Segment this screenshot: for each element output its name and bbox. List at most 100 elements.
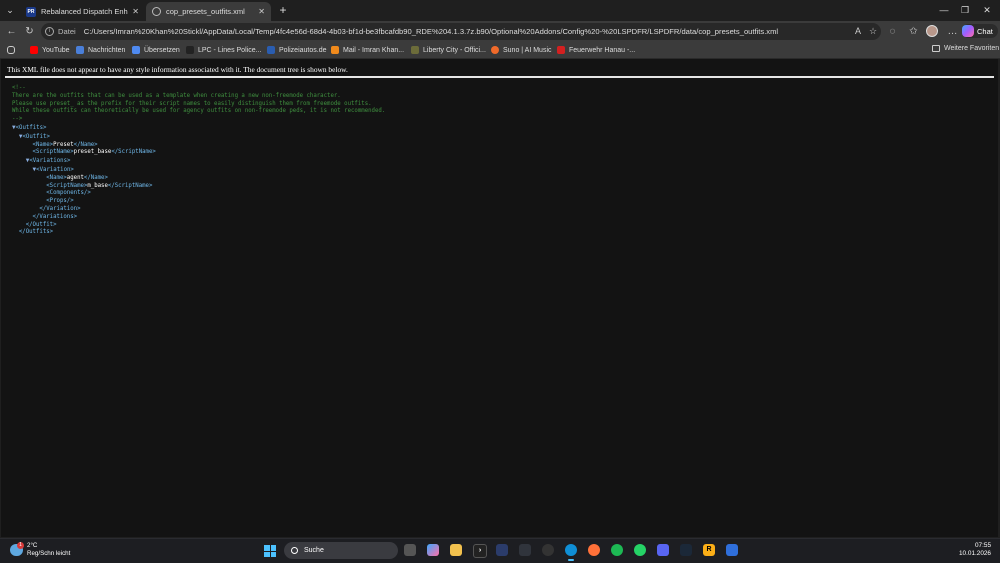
xml-comment-line: There are the outfits that can be used a… <box>12 92 341 99</box>
discord-icon[interactable] <box>657 544 669 556</box>
weather-desc: Reg/Schn leicht <box>27 550 71 557</box>
app-icon[interactable] <box>726 544 738 556</box>
copilot-label: Chat <box>977 26 993 36</box>
minimize-icon[interactable]: — <box>937 3 951 17</box>
xml-node-variation-close: </Variation> <box>39 205 81 212</box>
favorites-icon[interactable]: ✩ <box>907 25 920 38</box>
tab-title: cop_presets_outfits.xml <box>166 7 245 16</box>
tab-rebalanced-dispatch[interactable]: PR Rebalanced Dispatch Enhanced - L ✕ <box>20 2 145 21</box>
xml-node-scriptname: <ScriptName>preset_base</ScriptName> <box>32 149 156 156</box>
polizeiautos-icon <box>267 46 275 54</box>
taskbar-search[interactable]: Suche <box>284 542 398 559</box>
taskbar: 1 2°C Reg/Schn leicht Suche › R 07:55 10… <box>0 538 1000 563</box>
read-aloud-icon[interactable]: A <box>855 26 861 36</box>
app-icon[interactable] <box>519 544 531 556</box>
weather-icon: 1 <box>10 542 24 556</box>
tab-strip: ⌄ PR Rebalanced Dispatch Enhanced - L ✕ … <box>0 0 1000 21</box>
weather-widget[interactable]: 1 2°C Reg/Schn leicht <box>10 542 70 558</box>
edge-icon[interactable] <box>565 544 577 561</box>
info-icon[interactable]: i <box>45 27 54 36</box>
browser-essentials-icon[interactable]: ◌ <box>886 25 899 38</box>
close-window-icon[interactable]: ✕ <box>980 3 994 17</box>
refresh-icon[interactable]: ↻ <box>23 25 36 38</box>
weather-temp: 2°C <box>27 542 38 549</box>
date: 10.01.2026 <box>959 550 991 557</box>
translate-icon <box>132 46 140 54</box>
xml-node-props: <Props/> <box>46 198 74 205</box>
address-scheme: Datei <box>58 27 76 36</box>
xml-info-message: This XML file does not appear to have an… <box>7 65 348 74</box>
xml-node-variations-close: </Variations> <box>32 213 78 220</box>
liberty-city-icon <box>411 46 419 54</box>
bookmark-feuerwehr[interactable]: Feuerwehr Hanau -... <box>557 45 635 55</box>
page-content: This XML file does not appear to have an… <box>1 59 998 537</box>
start-button[interactable] <box>264 545 276 557</box>
notification-badge: 1 <box>17 542 24 549</box>
feuerwehr-icon <box>557 46 565 54</box>
xml-tree: <!-- There are the outfits that can be u… <box>12 85 385 237</box>
profile-avatar[interactable] <box>926 25 938 37</box>
mail-icon <box>331 46 339 54</box>
more-menu-icon[interactable]: … <box>946 25 959 38</box>
new-tab-button[interactable]: + <box>276 3 290 17</box>
browser-toolbar: ← ↻ i Datei C:/Users/Imran%20Khan%20Stic… <box>0 21 1000 42</box>
time: 07:55 <box>975 542 991 549</box>
close-tab-icon[interactable]: ✕ <box>132 7 139 16</box>
news-icon <box>76 46 84 54</box>
favorite-star-icon[interactable]: ☆ <box>869 26 877 37</box>
xml-node-variation-scriptname: <ScriptName>m_base</ScriptName> <box>46 182 153 189</box>
rockstar-icon[interactable]: R <box>703 544 715 556</box>
tab-title: Rebalanced Dispatch Enhanced - L <box>41 7 128 16</box>
terminal-icon[interactable]: › <box>473 544 487 558</box>
lspdfr-icon: PR <box>26 6 36 17</box>
maximize-icon[interactable]: ❐ <box>958 3 972 17</box>
search-icon <box>291 547 298 554</box>
xml-comment-line: <!-- <box>12 85 26 91</box>
firefox-icon[interactable] <box>588 544 600 556</box>
app-icon[interactable] <box>542 544 554 556</box>
bookmark-youtube[interactable]: YouTube <box>30 45 70 55</box>
xml-node-outfits-close: </Outfits> <box>18 229 54 236</box>
xml-comment-line: --> <box>12 116 23 123</box>
xml-comment-line: Please use preset_ as the prefix for the… <box>12 100 372 107</box>
bookmark-mail[interactable]: Mail - Imran Khan... <box>331 45 404 55</box>
copilot-icon <box>962 25 974 37</box>
clock[interactable]: 07:55 10.01.2026 <box>959 542 991 558</box>
steam-icon[interactable] <box>680 544 692 556</box>
address-url: C:/Users/Imran%20Khan%20Stickl/AppData/L… <box>83 27 779 36</box>
spotify-icon[interactable] <box>611 544 623 556</box>
xml-node-outfits[interactable]: ▼<Outfits> <box>12 124 385 133</box>
xml-comment-line: While these outfits can theoretically be… <box>12 108 386 115</box>
app-icon[interactable] <box>496 544 508 556</box>
tab-cop-presets-outfits[interactable]: cop_presets_outfits.xml ✕ <box>146 2 271 21</box>
address-bar[interactable]: i Datei C:/Users/Imran%20Khan%20Stickl/A… <box>41 23 881 40</box>
bookmark-lpc[interactable]: LPC - Lines Police... <box>186 45 261 55</box>
xml-node-components: <Components/> <box>46 190 91 197</box>
suno-icon <box>491 46 499 54</box>
copilot-button[interactable]: Chat <box>962 24 998 38</box>
bookmark-polizeiautos[interactable]: Polizeiautos.de <box>267 45 326 55</box>
divider <box>5 76 994 78</box>
bookmark-suno[interactable]: Suno | AI Music <box>491 45 552 55</box>
back-icon[interactable]: ← <box>5 25 18 38</box>
xml-node-variation-name: <Name>agent</Name> <box>46 174 108 181</box>
xml-node-variation[interactable]: ▼<Variation> <box>12 166 385 175</box>
whatsapp-icon[interactable] <box>634 544 646 556</box>
xml-node-variations[interactable]: ▼<Variations> <box>12 157 385 166</box>
gamepad-icon[interactable] <box>7 45 19 55</box>
xml-node-outfit[interactable]: ▼<Outfit> <box>12 133 385 142</box>
bookmarks-bar: YouTube Nachrichten Übersetzen LPC - Lin… <box>0 42 1000 59</box>
bookmark-uebersetzen[interactable]: Übersetzen <box>132 45 180 55</box>
copilot-taskbar-icon[interactable] <box>427 544 439 556</box>
xml-node-name: <Name>Preset</Name> <box>32 141 98 148</box>
file-explorer-icon[interactable] <box>450 544 462 556</box>
lpc-icon <box>186 46 194 54</box>
task-view-icon[interactable] <box>404 544 416 556</box>
bookmark-nachrichten[interactable]: Nachrichten <box>76 45 125 55</box>
bookmark-liberty-city[interactable]: Liberty City - Offici... <box>411 45 486 55</box>
other-favorites-folder[interactable]: Weitere Favoriten <box>932 45 999 52</box>
close-tab-icon[interactable]: ✕ <box>258 7 265 16</box>
tab-actions-menu-icon[interactable]: ⌄ <box>3 3 17 17</box>
youtube-icon <box>30 46 38 54</box>
folder-icon <box>932 45 940 52</box>
